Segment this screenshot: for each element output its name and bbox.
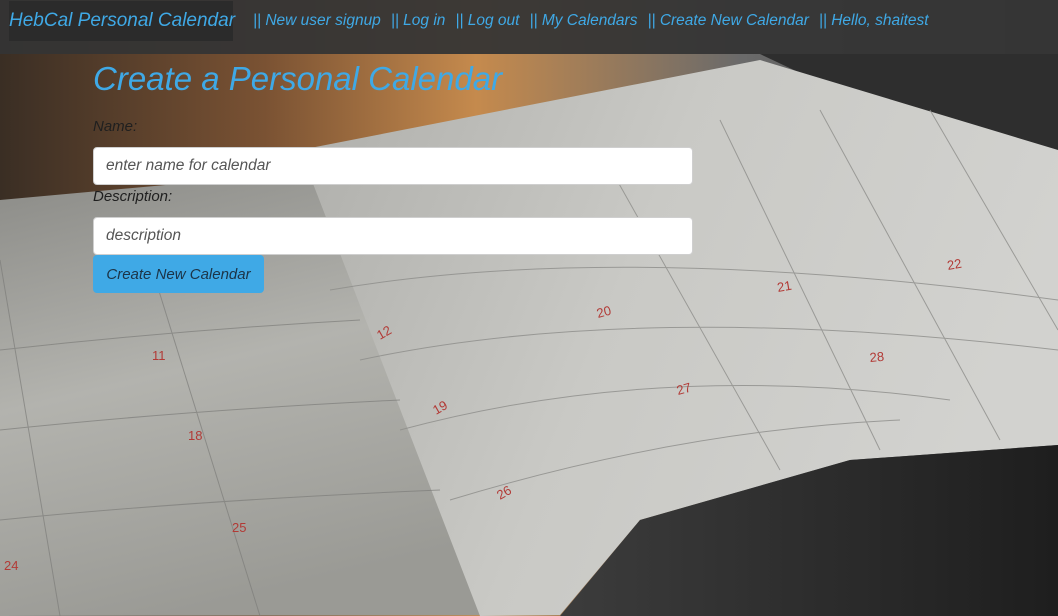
create-new-calendar-button[interactable]: Create New Calendar [93,255,264,293]
calendar-day-number: 11 [152,348,166,363]
nav-link-create-new-calendar[interactable]: || Create New Calendar [647,12,808,30]
nav-link-log-out[interactable]: || Log out [455,12,519,30]
calendar-day-number: 25 [232,520,246,535]
nav-links: || New user signup || Log in || Log out … [253,0,939,41]
calendar-day-number: 18 [188,428,202,443]
nav-link-new-user-signup[interactable]: || New user signup [253,12,381,30]
page-title: Create a Personal Calendar [93,60,503,97]
nav-link-hello-user[interactable]: || Hello, shaitest [819,12,929,30]
top-navbar: HebCal Personal Calendar || New user sig… [0,0,1058,54]
calendar-day-number: 24 [4,558,18,573]
nav-link-log-in[interactable]: || Log in [391,12,446,30]
calendar-name-input[interactable] [93,147,693,185]
description-label: Description: [93,188,173,205]
name-label: Name: [93,118,138,135]
calendar-day-number: 28 [869,349,885,365]
nav-link-my-calendars[interactable]: || My Calendars [529,12,637,30]
calendar-day-number: 22 [946,256,963,273]
calendar-description-input[interactable] [93,217,693,255]
brand-link[interactable]: HebCal Personal Calendar [9,1,235,41]
calendar-day-number: 21 [776,278,793,295]
